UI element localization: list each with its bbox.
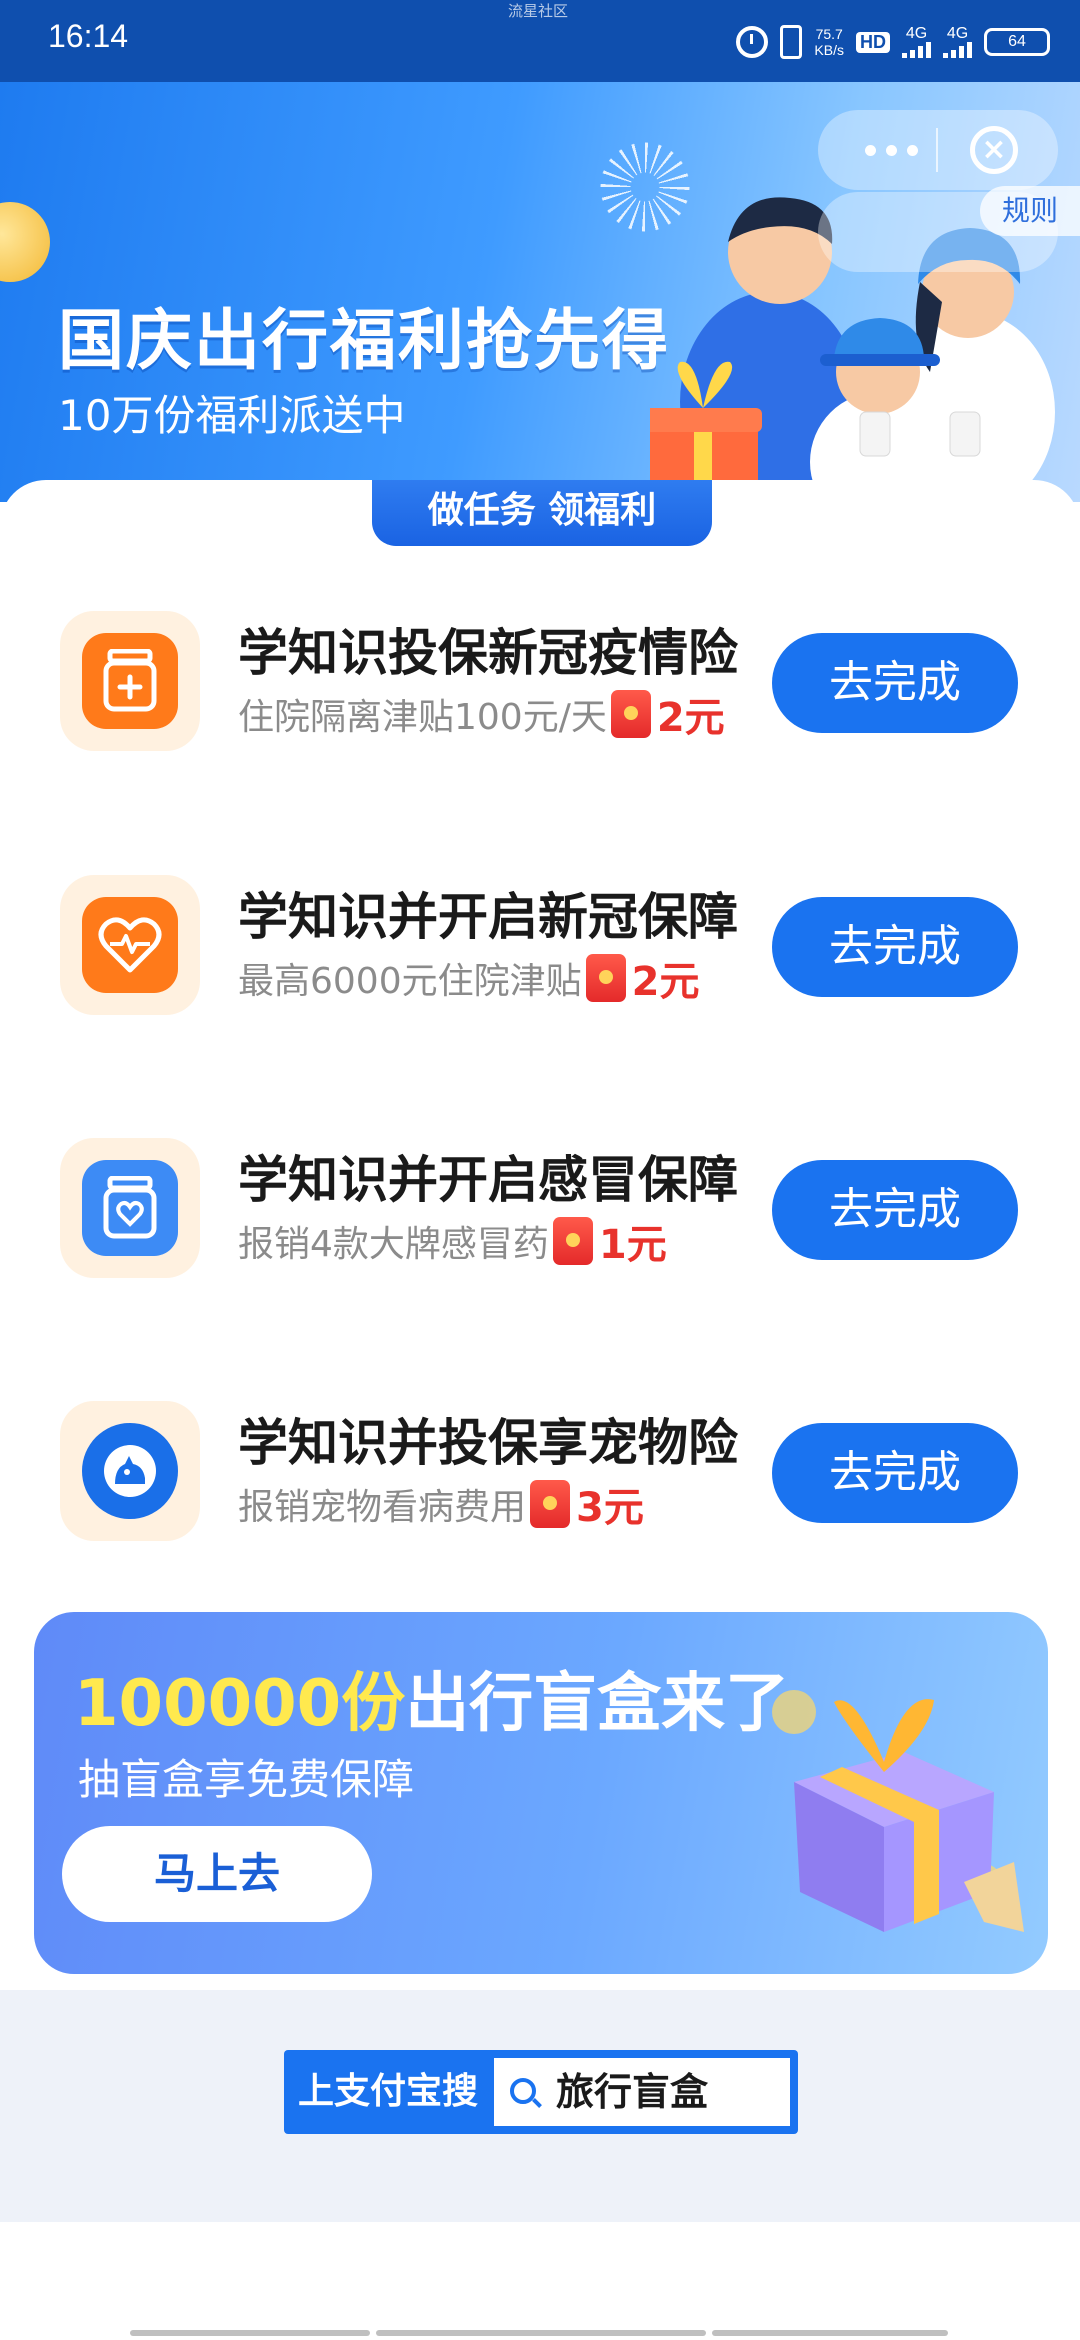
capsule-divider xyxy=(936,128,938,172)
complete-task-button[interactable]: 去完成 xyxy=(772,1423,1018,1523)
task-icon-container xyxy=(60,875,200,1015)
task-desc-text: 住院隔离津贴100元/天 xyxy=(238,697,607,738)
red-packet-icon xyxy=(552,1217,593,1265)
status-icons: 75.7 KB/s HD 4G 4G 64 xyxy=(736,20,1050,64)
close-button[interactable]: × xyxy=(970,126,1018,174)
net-speed-value: 75.7 xyxy=(815,26,843,42)
rules-button[interactable]: 规则 xyxy=(980,186,1080,236)
task-description: 报销4款大牌感冒药 1元 xyxy=(238,1217,667,1268)
banner-subtitle: 10万份福利派送中 xyxy=(58,391,406,440)
complete-task-button[interactable]: 去完成 xyxy=(772,897,1018,997)
task-title: 学知识并投保享宠物险 xyxy=(238,1414,738,1472)
reward-amount: 2元 xyxy=(631,959,700,1005)
reward-amount: 2元 xyxy=(656,695,725,741)
net-speed-unit: KB/s xyxy=(814,42,844,58)
go-now-button[interactable]: 马上去 xyxy=(62,1826,372,1922)
task-item: 学知识投保新冠疫情险 住院隔离津贴100元/天 2元 去完成 xyxy=(0,585,1080,765)
task-description: 最高6000元住院津贴 2元 xyxy=(238,954,699,1005)
more-dot-icon xyxy=(906,144,918,156)
gesture-bar-segment xyxy=(130,2330,370,2336)
task-icon-container xyxy=(60,1138,200,1278)
network-type-sim2: 4G xyxy=(946,25,969,42)
status-bar: 16:14 流星社区 75.7 KB/s HD 4G 4G 64 xyxy=(0,0,1080,82)
task-title: 学知识并开启感冒保障 xyxy=(238,1151,738,1209)
search-box[interactable]: 旅行盲盒 xyxy=(494,2058,790,2126)
complete-task-button[interactable]: 去完成 xyxy=(772,633,1018,733)
red-packet-icon xyxy=(610,690,651,738)
task-icon-container xyxy=(60,1401,200,1541)
red-packet-icon xyxy=(530,1480,571,1528)
alarm-icon xyxy=(736,26,769,58)
gesture-bar-segment xyxy=(376,2330,706,2336)
task-desc-text: 报销4款大牌感冒药 xyxy=(238,1224,549,1265)
task-title: 学知识并开启新冠保障 xyxy=(238,888,738,946)
task-item: 学知识并开启感冒保障 报销4款大牌感冒药 1元 去完成 xyxy=(0,1112,1080,1292)
capsule-buttons: × xyxy=(818,110,1058,190)
red-packet-icon xyxy=(585,954,626,1002)
gesture-bar-segment xyxy=(712,2330,948,2336)
vibrate-icon xyxy=(780,25,803,59)
blind-box-subtitle: 抽盲盒享免费保障 xyxy=(78,1755,415,1804)
task-desc-text: 报销宠物看病费用 xyxy=(238,1487,527,1528)
section-tab: 做任务 领福利 xyxy=(372,480,712,546)
signal-icon-sim1: 4G xyxy=(902,26,931,58)
alipay-search-banner[interactable]: 上支付宝搜 旅行盲盒 xyxy=(284,2050,798,2134)
gift-box-illustration xyxy=(772,1690,1024,1932)
net-speed: 75.7 KB/s xyxy=(814,26,844,58)
complete-task-button[interactable]: 去完成 xyxy=(772,1160,1018,1260)
blind-box-banner[interactable]: 100000份出行盲盒来了 抽盲盒享免费保障 马上去 xyxy=(34,1612,1048,1974)
signal-icon-sim2: 4G xyxy=(943,26,972,58)
task-description: 住院隔离津贴100元/天 2元 xyxy=(238,690,725,741)
medicine-bottle-icon xyxy=(82,633,178,729)
more-dot-icon xyxy=(864,144,876,156)
heart-bottle-icon xyxy=(82,1160,178,1256)
task-item: 学知识并投保享宠物险 报销宠物看病费用 3元 去完成 xyxy=(0,1375,1080,1555)
task-item: 学知识并开启新冠保障 最高6000元住院津贴 2元 去完成 xyxy=(0,849,1080,1029)
coin-decoration xyxy=(0,202,50,282)
watermark-text: 流星社区 xyxy=(508,2,569,20)
heart-pulse-icon xyxy=(82,897,178,993)
status-time: 16:14 xyxy=(48,18,129,54)
search-term: 旅行盲盒 xyxy=(556,2070,709,2114)
more-dot-icon xyxy=(885,144,897,156)
task-icon-container xyxy=(60,611,200,751)
pet-shield-icon xyxy=(82,1423,178,1519)
blind-box-count: 100000份 xyxy=(74,1667,406,1741)
reward-amount: 1元 xyxy=(598,1222,667,1268)
network-type-sim1: 4G xyxy=(905,25,928,42)
hd-voice-icon: HD xyxy=(856,31,890,53)
blind-box-title: 100000份出行盲盒来了 xyxy=(74,1652,789,1744)
blind-box-title-text: 出行盲盒来了 xyxy=(405,1667,790,1741)
task-desc-text: 最高6000元住院津贴 xyxy=(238,961,582,1002)
reward-amount: 3元 xyxy=(576,1485,644,1531)
search-label: 上支付宝搜 xyxy=(298,2071,479,2112)
search-icon xyxy=(510,2078,536,2104)
more-button[interactable] xyxy=(846,128,936,172)
task-description: 报销宠物看病费用 3元 xyxy=(238,1480,644,1531)
battery-icon: 64 xyxy=(984,28,1050,56)
task-title: 学知识投保新冠疫情险 xyxy=(238,624,738,682)
banner-title: 国庆出行福利抢先得 xyxy=(58,302,670,379)
